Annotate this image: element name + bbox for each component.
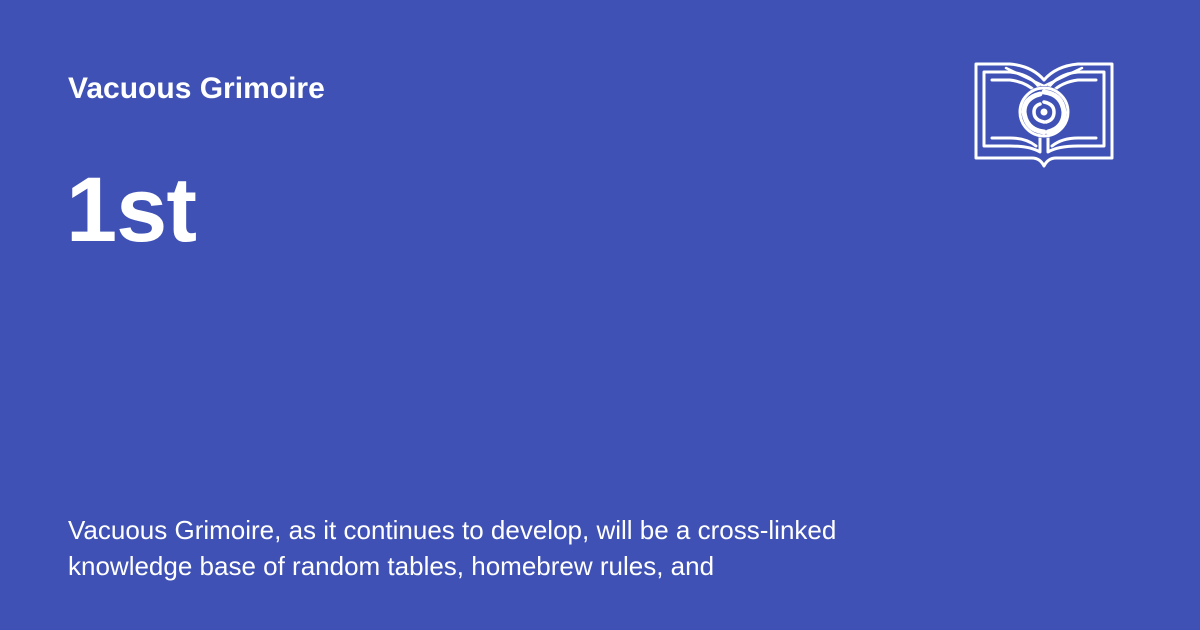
open-book-vortex-icon bbox=[974, 62, 1114, 168]
social-card: Vacuous Grimoire 1st Vacuous Grimoire, a… bbox=[0, 0, 1200, 630]
page-title: 1st bbox=[66, 159, 197, 261]
page-description: Vacuous Grimoire, as it continues to dev… bbox=[68, 515, 837, 581]
site-name: Vacuous Grimoire bbox=[68, 72, 325, 105]
